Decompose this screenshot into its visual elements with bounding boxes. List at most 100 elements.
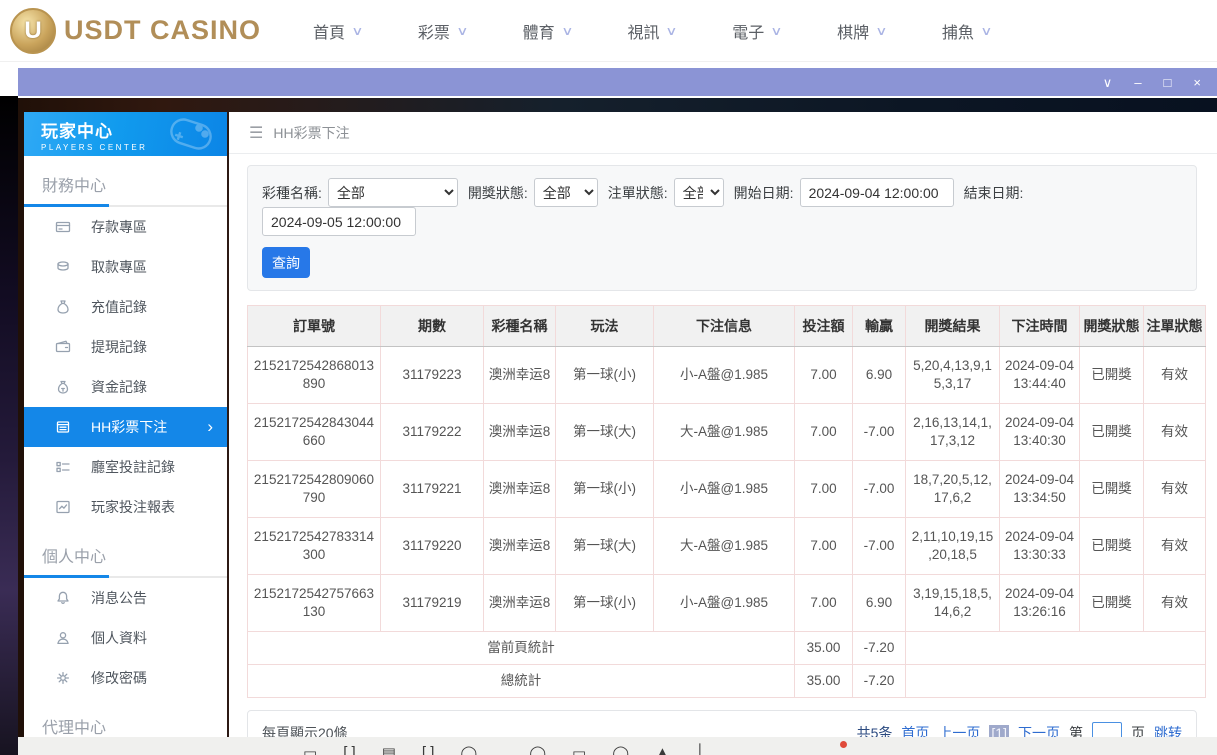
table-cell: 2152172542868013890 — [248, 347, 381, 404]
gamepad-icon — [165, 114, 217, 154]
table-cell: 有效 — [1144, 347, 1206, 404]
page-background — [0, 96, 18, 755]
jump-link[interactable]: 跳转 — [1154, 723, 1182, 737]
table-header-row: 訂單號期數彩種名稱玩法下注信息投注額輸贏開獎結果下注時間開獎狀態注單狀態 — [248, 306, 1206, 347]
sidebar-item[interactable]: HH彩票下注 › — [24, 407, 227, 447]
recharge-record-icon — [55, 299, 72, 316]
next-page-link[interactable]: 下一页 — [1018, 723, 1060, 737]
sidebar-item[interactable]: 消息公告 — [24, 578, 227, 618]
maximize-icon[interactable]: □ — [1164, 76, 1172, 89]
summary-label: 總統計 — [248, 665, 795, 698]
nav-item[interactable]: 體育∨ — [523, 19, 572, 43]
nav-item[interactable]: 捕魚∨ — [942, 19, 991, 43]
table-cell: 2024-09-04 13:30:33 — [1000, 518, 1080, 575]
order-status-label: 注單狀態: — [608, 183, 668, 203]
table-cell: 已開獎 — [1080, 575, 1144, 632]
first-page-link[interactable]: 首页 — [901, 723, 929, 737]
table-cell: -7.00 — [853, 461, 906, 518]
deposit-icon — [55, 219, 72, 236]
sidebar-item-label: 廳室投註記錄 — [91, 457, 175, 477]
table-row: 215217254275766313031179219澳洲幸运8第一球(小)小-… — [248, 575, 1206, 632]
window-titlebar: ∨ – □ × — [18, 68, 1217, 96]
table-cell: 31179222 — [381, 404, 484, 461]
table-cell: 已開獎 — [1080, 347, 1144, 404]
chevron-down-icon: ∨ — [771, 24, 783, 38]
sidebar-item[interactable]: 資金記錄 — [24, 367, 227, 407]
table-cell: 有效 — [1144, 575, 1206, 632]
nav-item-label: 棋牌 — [837, 19, 869, 43]
nav-item-label: 體育 — [523, 19, 555, 43]
sidebar-item[interactable]: 充值記錄 — [24, 287, 227, 327]
nav-item-label: 視訊 — [627, 19, 659, 43]
table-cell: 第一球(小) — [556, 347, 654, 404]
pagination: 共5条 首页 上一页 [1] 下一页 第 页 跳转 — [857, 722, 1182, 738]
sidebar-item-label: 玩家投注報表 — [91, 497, 175, 517]
draw-status-label: 開獎狀態: — [468, 183, 528, 203]
nav-item[interactable]: 棋牌 ∨ — [837, 19, 886, 43]
start-date-input[interactable] — [800, 178, 954, 207]
sidebar-item-label: 取款專區 — [91, 257, 147, 277]
brand[interactable]: U USDT CASINO — [10, 8, 261, 54]
table-cell: 第一球(小) — [556, 575, 654, 632]
column-header: 下注時間 — [1000, 306, 1080, 347]
column-header: 訂單號 — [248, 306, 381, 347]
end-date-input[interactable] — [262, 207, 416, 236]
table-cell: 7.00 — [795, 404, 853, 461]
table-cell: 2152172542757663130 — [248, 575, 381, 632]
nav-item[interactable]: 彩票∨ — [418, 19, 467, 43]
sidebar-item[interactable]: 存款專區 — [24, 207, 227, 247]
column-header: 玩法 — [556, 306, 654, 347]
table-cell: 小-A盤@1.985 — [654, 347, 795, 404]
chevron-down-icon: ∨ — [351, 24, 363, 38]
table-cell: 7.00 — [795, 575, 853, 632]
sidebar-item[interactable]: 個人資料 — [24, 618, 227, 658]
summary-label: 當前頁統計 — [248, 632, 795, 665]
draw-status-select[interactable]: 全部 — [534, 178, 598, 207]
summary-bet-total: 35.00 — [795, 632, 853, 665]
filter-panel: 彩種名稱: 全部 開獎狀態: 全部 注單狀態: 全部 開始日期: — [247, 165, 1197, 291]
table-cell: 有效 — [1144, 518, 1206, 575]
column-header: 開獎狀態 — [1080, 306, 1144, 347]
sidebar-item[interactable]: 取款專區 — [24, 247, 227, 287]
profile-icon — [55, 630, 72, 647]
withdraw-icon — [55, 259, 72, 276]
chevron-down-icon: ∨ — [875, 24, 887, 38]
nav-item-label: 首頁 — [313, 19, 345, 43]
nav-item[interactable]: 首頁 ∨ — [313, 19, 362, 43]
table-cell: 2152172542843044660 — [248, 404, 381, 461]
start-date-label: 開始日期: — [734, 183, 794, 203]
column-header: 投注額 — [795, 306, 853, 347]
order-status-select[interactable]: 全部 — [674, 178, 724, 207]
search-button[interactable]: 查詢 — [262, 247, 310, 278]
prev-page-link[interactable]: 上一页 — [938, 723, 980, 737]
nav-item[interactable]: 視訊∨ — [627, 19, 676, 43]
close-icon[interactable]: × — [1193, 76, 1201, 89]
table-cell: 7.00 — [795, 518, 853, 575]
withdraw-record-icon — [55, 339, 72, 356]
table-cell: 18,7,20,5,12,17,6,2 — [906, 461, 1000, 518]
sidebar-item[interactable]: 玩家投注報表 — [24, 487, 227, 527]
lottery-type-select[interactable]: 全部 — [328, 178, 458, 207]
chevron-right-icon: › — [207, 417, 213, 437]
sidebar-header: 玩家中心 PLAYERS CENTER — [24, 112, 227, 156]
hamburger-icon[interactable]: ☰ — [249, 123, 263, 143]
table-cell: 31179221 — [381, 461, 484, 518]
summary-win-loss: -7.20 — [853, 665, 906, 698]
minimize-icon[interactable]: – — [1134, 76, 1141, 89]
nav-item-label: 彩票 — [418, 19, 450, 43]
dock-strip: ▭[ ]▤[ ]◯ ◯▭◯▲│ — [18, 737, 1217, 755]
nav-item[interactable]: 電子∨ — [732, 19, 781, 43]
window-body: 玩家中心 PLAYERS CENTER 財務中心 存款專區 — [18, 96, 1217, 755]
table-cell: 大-A盤@1.985 — [654, 404, 795, 461]
jump-prefix: 第 — [1069, 723, 1083, 737]
page-jump-input[interactable] — [1092, 722, 1122, 738]
sidebar-item-label: 修改密碼 — [91, 668, 147, 688]
table-cell: 6.90 — [853, 347, 906, 404]
sidebar-item[interactable]: 廳室投註記錄 — [24, 447, 227, 487]
sidebar-item[interactable]: 修改密碼 — [24, 658, 227, 698]
table-cell: 小-A盤@1.985 — [654, 461, 795, 518]
sidebar-item[interactable]: 提現記錄 — [24, 327, 227, 367]
sidebar-item-label: 充值記錄 — [91, 297, 147, 317]
table-cell: 3,19,15,18,5,14,6,2 — [906, 575, 1000, 632]
collapse-icon[interactable]: ∨ — [1103, 76, 1113, 89]
